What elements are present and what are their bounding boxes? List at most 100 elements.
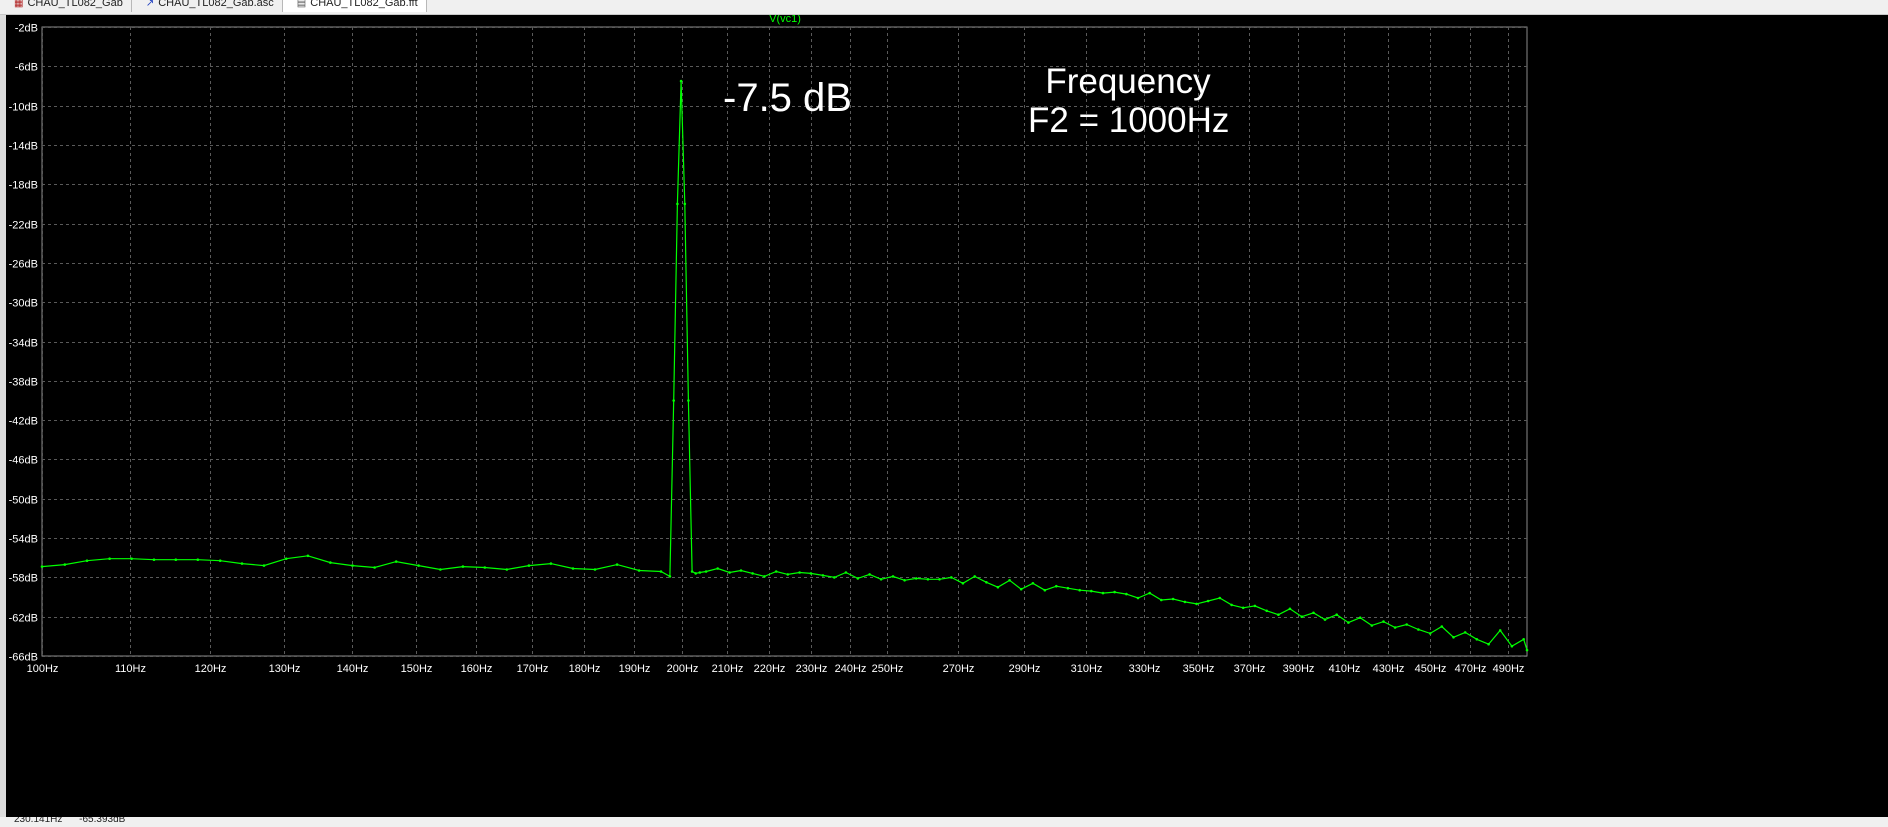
frequency-value-annotation: F2 = 1000Hz [1028,101,1230,140]
y-tick-label: -66dB [9,652,38,664]
x-tick-label: 230Hz [796,663,828,675]
data-point [1241,606,1245,610]
data-point [1125,592,1128,596]
y-tick-label: -38dB [9,377,38,389]
data-point [786,573,790,576]
data-point [659,570,663,573]
x-tick-label: 210Hz [712,663,744,675]
x-tick-label: 120Hz [195,663,227,675]
waveform-plot-pane[interactable]: -2dB -6dB -10dB -14dB -18dB -22dB -26dB -30dB -3… [6,15,1888,817]
data-point [694,572,697,575]
x-tick-label: 180Hz [569,663,601,675]
y-tick-label: -2dB [15,23,38,35]
data-point [961,582,965,585]
data-point [85,559,89,562]
data-point [690,570,694,573]
data-point [1522,638,1525,641]
data-point [985,581,988,584]
trace-series [40,79,1529,652]
data-point [926,578,930,581]
data-point [218,559,222,562]
data-point [329,561,332,564]
data-point [1487,642,1490,646]
data-point [1382,620,1385,623]
data-point [798,571,801,574]
data-point [1347,621,1350,624]
data-point [351,564,354,567]
x-tick-label: 290Hz [1009,663,1041,675]
y-tick-label: -18dB [9,180,38,192]
tab-label: CHAU_TL082_Gab [27,0,123,9]
data-point [973,575,976,578]
data-point [1393,626,1397,629]
data-point [903,579,906,582]
data-point [262,564,266,567]
data-point [483,566,487,569]
data-point [527,564,531,567]
data-point [728,571,731,574]
y-tick-label: -42dB [9,416,38,428]
data-point [1218,596,1222,600]
data-point [1370,624,1374,627]
data-point [1475,638,1479,641]
data-point [914,577,918,580]
data-point [1078,588,1081,592]
data-point [1300,615,1304,618]
data-point [373,566,376,569]
waveform-icon: ▤ [296,0,307,9]
data-point [1066,586,1070,590]
x-tick-label: 390Hz [1283,663,1315,675]
data-point [891,575,895,578]
data-point [1428,632,1432,635]
data-point [394,560,398,563]
x-tick-label: 250Hz [872,663,904,675]
data-point [672,399,675,402]
data-point [698,571,702,574]
x-tick-label: 350Hz [1183,663,1215,675]
x-tick-label: 110Hz [115,663,146,675]
y-tick-label: -10dB [9,102,38,114]
data-point [1148,591,1151,595]
tab-schematic[interactable]: ▦ CHAU_TL082_Gab [0,0,132,12]
y-tick-label: -58dB [9,573,38,585]
x-tick-label: 240Hz [835,663,867,675]
y-axis-ticks: -2dB -6dB -10dB -14dB -18dB -22dB -26dB -30dB -3… [9,23,38,664]
data-point [1312,611,1315,615]
y-tick-label: -14dB [9,141,38,153]
tab-asc-file[interactable]: ↗ CHAU_TL082_Gab.asc [132,0,283,12]
data-point [1136,596,1140,600]
data-point [1452,636,1455,639]
data-point [1463,631,1467,634]
frequency-title-annotation: Frequency [1045,62,1211,101]
data-point [868,573,871,576]
data-point [833,576,836,579]
x-tick-label: 130Hz [269,663,301,675]
data-point [1055,584,1058,588]
trace-title[interactable]: V(vc1) [769,15,801,25]
data-point [439,568,442,571]
y-tick-label: -26dB [9,259,38,271]
data-point [108,557,111,560]
data-point [1008,579,1011,582]
data-point [571,567,575,570]
data-point [1171,597,1175,601]
data-point [1160,598,1163,602]
data-point [996,585,1000,589]
data-point [687,399,690,402]
tab-fft[interactable]: ▤ CHAU_TL082_Gab.fft [282,0,427,12]
x-tick-label: 450Hz [1415,663,1447,675]
data-point [1498,629,1502,632]
x-tick-label: 190Hz [619,663,651,675]
grid-lines [41,26,1528,657]
data-point [938,578,941,581]
data-point [461,565,465,568]
x-tick-label: 370Hz [1234,663,1266,675]
data-point [1043,588,1047,592]
data-point [152,558,156,561]
plot-frame [41,26,1528,657]
x-tick-label: 160Hz [461,663,493,675]
wire-icon: ↗ [145,0,155,9]
data-point [1090,589,1093,593]
data-point [505,568,509,571]
data-point [739,569,743,572]
